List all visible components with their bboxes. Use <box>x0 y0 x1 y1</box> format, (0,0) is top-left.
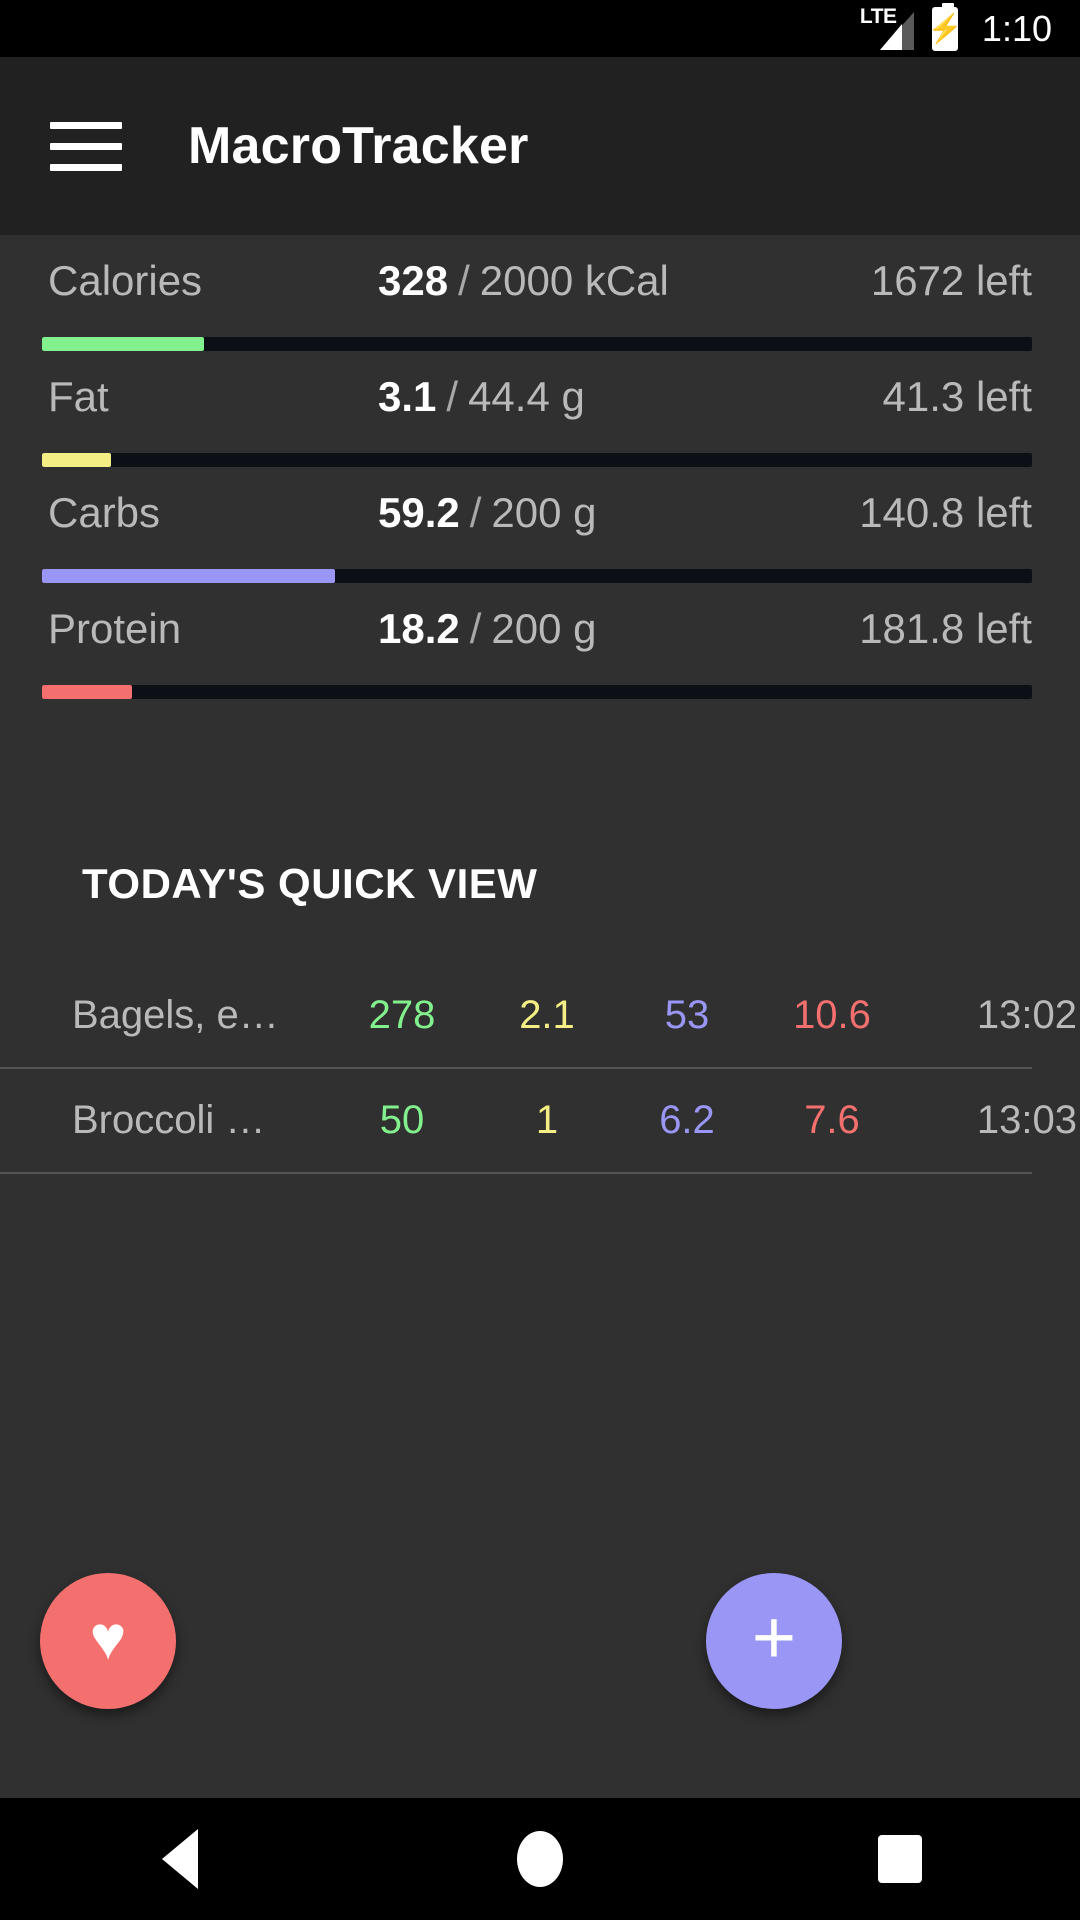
macro-current-value: 59.2 <box>378 489 460 536</box>
macro-line: Calories 328 / 2000 kCal 1672 left <box>0 257 1080 329</box>
macro-summary-panel: Calories 328 / 2000 kCal 1672 left Fat 3… <box>0 235 1080 699</box>
macro-label: Calories <box>48 257 203 304</box>
menu-bar-2 <box>50 142 122 150</box>
progress-track-protein <box>42 685 1032 699</box>
macro-current-value: 18.2 <box>378 605 460 652</box>
macro-values: 328 / 2000 kCal <box>378 257 871 305</box>
quick-view-section: TODAY'S QUICK VIEW Bagels, e… 278 2.1 53… <box>0 860 1080 1174</box>
quick-view-heading: TODAY'S QUICK VIEW <box>82 860 538 907</box>
food-protein: 10.6 <box>793 993 871 1037</box>
macro-label: Protein <box>48 605 182 652</box>
macro-separator: / <box>446 373 459 420</box>
macro-separator: / <box>469 605 482 652</box>
macro-goal-value: 44.4 g <box>468 373 585 420</box>
food-entry-list: Bagels, e… 278 2.1 53 10.6 13:02 Broccol… <box>0 964 1080 1174</box>
food-time: 13:03 <box>976 1098 1077 1142</box>
back-triangle-icon <box>162 1829 198 1889</box>
macro-separator: / <box>469 489 482 536</box>
macro-row-fat[interactable]: Fat 3.1 / 44.4 g 41.3 left <box>0 351 1080 467</box>
recents-square-icon <box>878 1835 922 1883</box>
food-entry-row[interactable]: Broccoli … 50 1 6.2 7.6 13:03 <box>0 1069 1077 1174</box>
food-carbs: 53 <box>664 993 710 1037</box>
menu-bar-1 <box>50 121 122 129</box>
status-clock: 1:10 <box>981 7 1052 49</box>
macro-remaining: 181.8 left <box>859 605 1032 652</box>
macro-remaining: 140.8 left <box>859 489 1032 536</box>
macro-remaining: 41.3 left <box>882 373 1032 420</box>
home-circle-icon <box>517 1831 563 1887</box>
app-title: MacroTracker <box>188 117 529 175</box>
status-bar: LTE ⚡ 1:10 <box>0 0 1080 57</box>
macro-line: Protein 18.2 / 200 g 181.8 left <box>0 605 1080 677</box>
battery-charging-icon: ⚡ <box>927 2 962 51</box>
progress-track-carbs <box>42 569 1032 583</box>
hamburger-menu-icon[interactable] <box>50 116 122 176</box>
macro-remaining: 1672 left <box>870 257 1032 304</box>
food-time: 13:02 <box>976 993 1077 1037</box>
food-name: Bagels, e… <box>72 993 279 1037</box>
charging-bolt-glyph: ⚡ <box>927 12 963 44</box>
menu-bar-3 <box>50 163 122 171</box>
status-icon-group: LTE ⚡ 1:10 <box>860 2 1052 51</box>
food-fat: 1 <box>535 1098 559 1142</box>
plus-icon: + <box>751 1595 797 1680</box>
heart-icon: ♥ <box>89 1604 127 1673</box>
macro-goal-value: 200 g <box>491 605 597 652</box>
system-navigation-bar <box>0 1798 1080 1920</box>
macro-current-value: 3.1 <box>378 373 437 420</box>
macro-row-carbs[interactable]: Carbs 59.2 / 200 g 140.8 left <box>0 467 1080 583</box>
app-bar: MacroTracker <box>0 57 1080 235</box>
progress-track-calories <box>42 337 1032 351</box>
nav-recents-button[interactable] <box>820 1798 980 1920</box>
macro-label: Carbs <box>48 489 161 536</box>
macro-current-value: 328 <box>378 257 449 304</box>
macro-values: 59.2 / 200 g <box>378 489 859 537</box>
nav-home-button[interactable] <box>460 1798 620 1920</box>
macro-separator: / <box>458 257 470 304</box>
food-name: Broccoli … <box>72 1098 266 1142</box>
macro-label: Fat <box>48 373 109 420</box>
macro-values: 18.2 / 200 g <box>378 605 859 653</box>
add-entry-fab[interactable]: + <box>706 1573 842 1709</box>
macro-goal-value: 2000 kCal <box>479 257 669 304</box>
food-protein: 7.6 <box>804 1098 860 1142</box>
food-carbs: 6.2 <box>659 1098 715 1142</box>
macro-line: Fat 3.1 / 44.4 g 41.3 left <box>0 373 1080 445</box>
progress-fill-protein <box>42 685 133 699</box>
food-fat: 2.1 <box>519 993 575 1037</box>
macro-row-protein[interactable]: Protein 18.2 / 200 g 181.8 left <box>0 583 1080 699</box>
favorites-fab[interactable]: ♥ <box>40 1573 176 1709</box>
progress-fill-calories <box>42 337 205 351</box>
app-screen: LTE ⚡ 1:10 MacroTracker Calories 328 / 2… <box>0 0 1080 1920</box>
progress-fill-carbs <box>42 569 336 583</box>
macro-row-calories[interactable]: Calories 328 / 2000 kCal 1672 left <box>0 235 1080 351</box>
macro-values: 3.1 / 44.4 g <box>378 373 883 421</box>
food-calories: 278 <box>368 993 436 1037</box>
food-entry-row[interactable]: Bagels, e… 278 2.1 53 10.6 13:02 <box>0 964 1077 1069</box>
progress-track-fat <box>42 453 1032 467</box>
nav-back-button[interactable] <box>100 1798 260 1920</box>
signal-bars-lit <box>879 23 902 50</box>
signal-bars-icon: LTE <box>860 6 914 50</box>
progress-fill-fat <box>42 453 112 467</box>
food-calories: 50 <box>379 1098 425 1142</box>
macro-goal-value: 200 g <box>491 489 597 536</box>
macro-line: Carbs 59.2 / 200 g 140.8 left <box>0 489 1080 561</box>
